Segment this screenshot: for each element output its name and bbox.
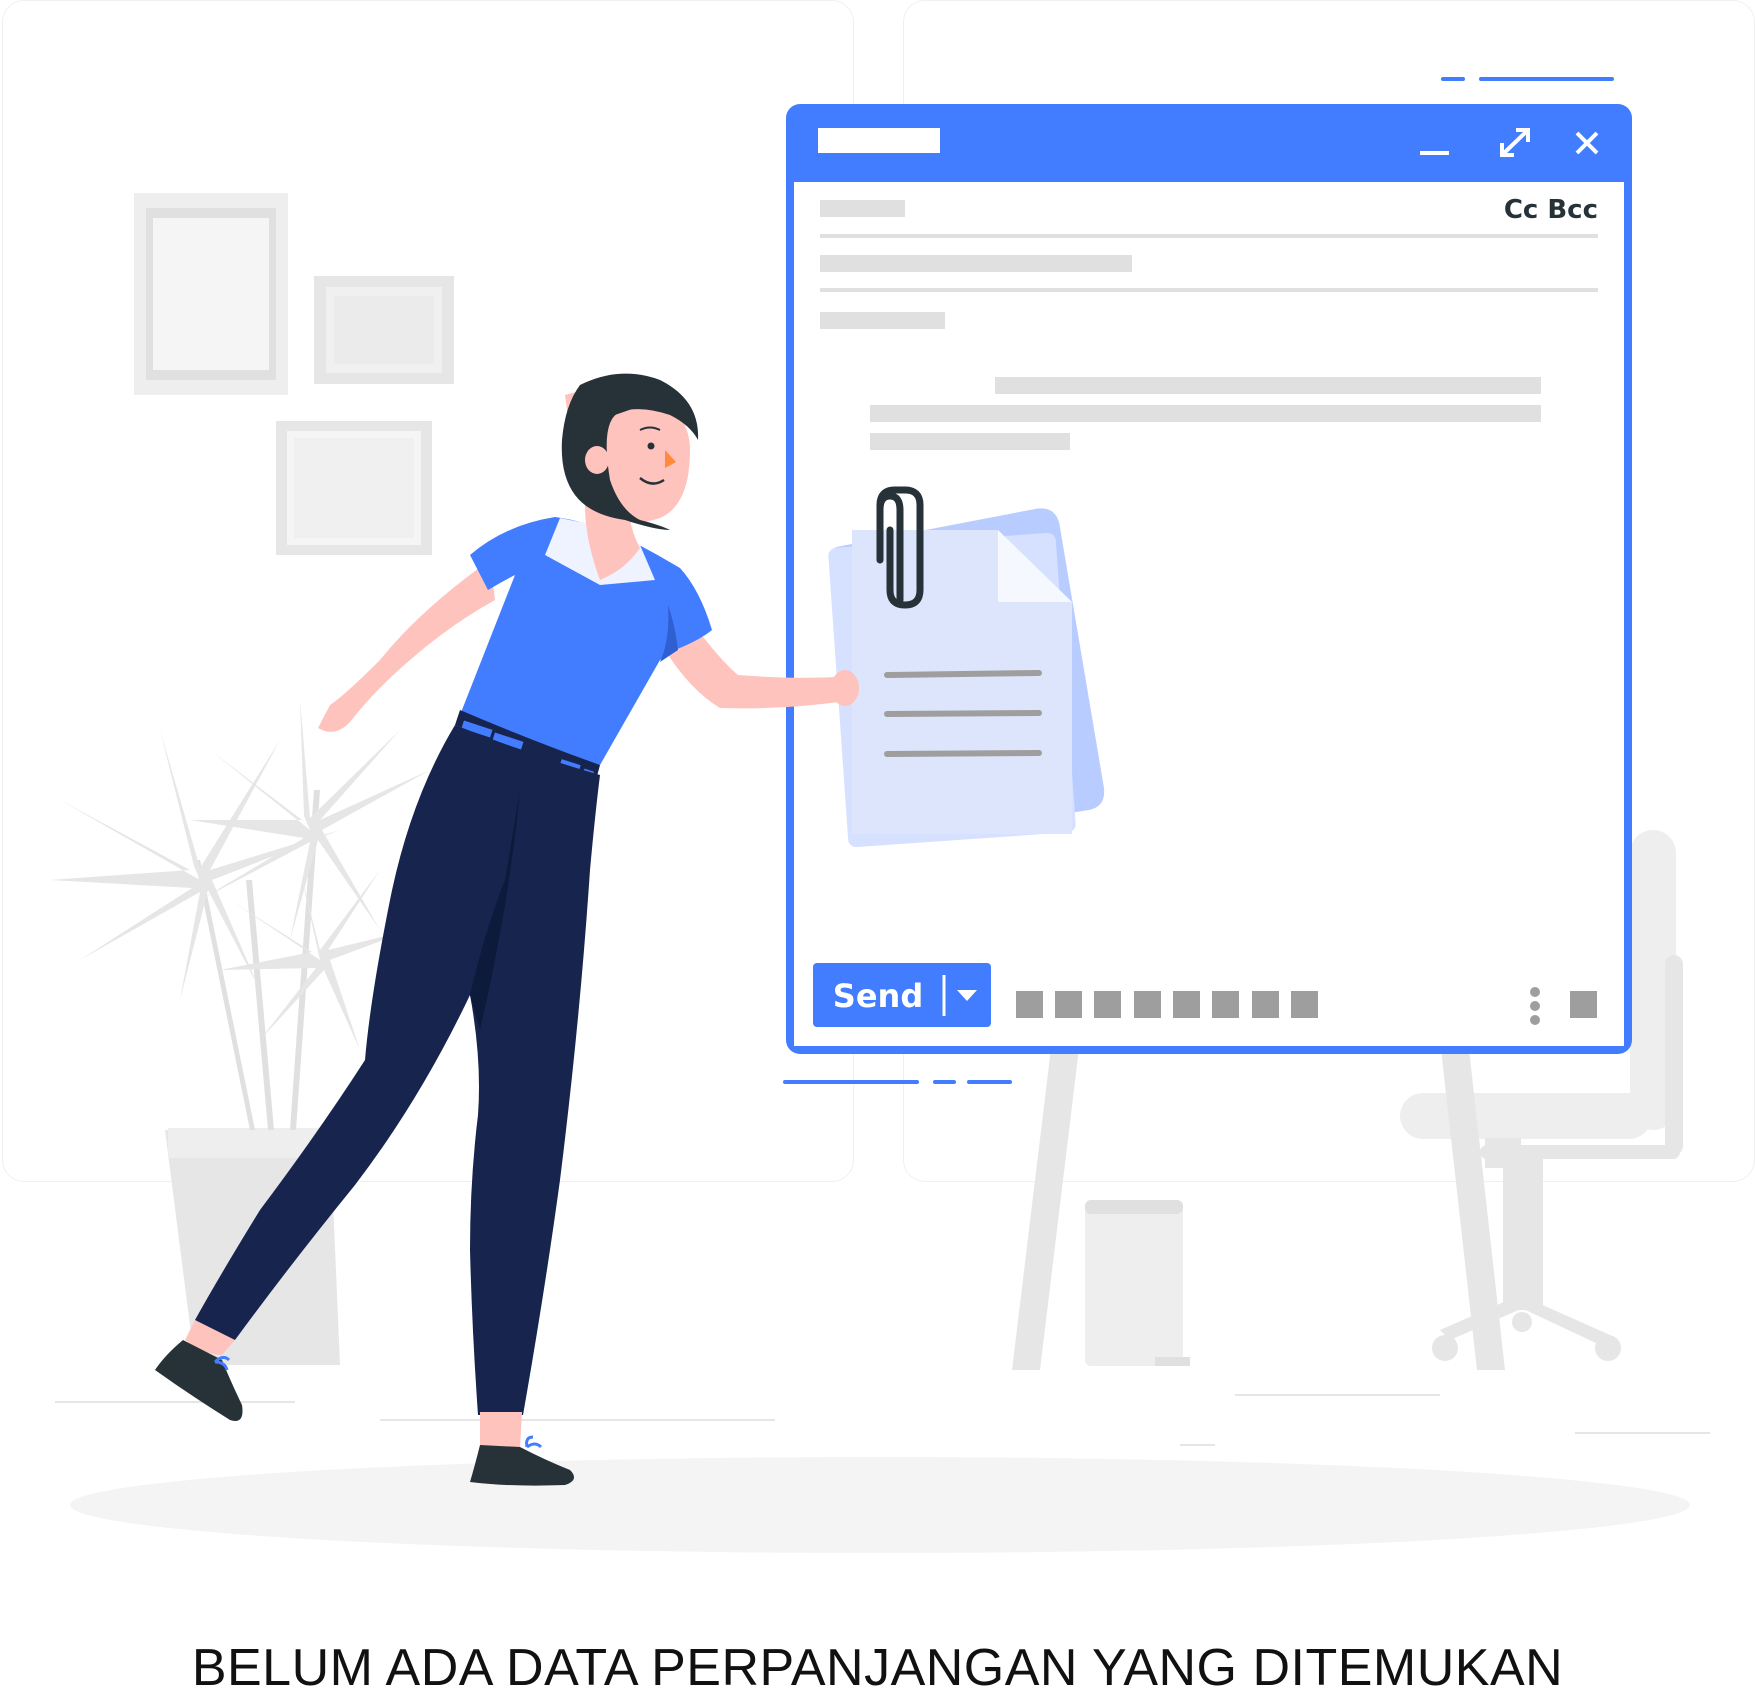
scene-svg: Cc Bcc Send [50,77,1710,1553]
trash-bin [1085,1200,1190,1366]
empty-state-message: BELUM ADA DATA PERPANJANGAN YANG DITEMUK… [191,1639,1564,1697]
more-vertical-icon[interactable] [1530,987,1540,1025]
cc-bcc-label[interactable]: Cc Bcc [1504,195,1598,225]
empty-state-illustration: Cc Bcc Send BELUM ADA DATA PERPANJANGAN … [0,0,1755,1703]
subject-field[interactable] [820,255,1132,272]
send-button-label: Send [833,977,923,1015]
window-title-bar-text [818,128,940,153]
floor-lines [55,1394,1710,1446]
close-icon[interactable] [1568,125,1606,161]
picture-frames [134,193,454,555]
minimize-icon[interactable] [1415,130,1455,164]
send-button[interactable]: Send [813,963,991,1027]
document-icon [828,508,1105,848]
delete-draft-icon[interactable] [1570,991,1597,1018]
to-field[interactable] [820,200,905,217]
floor-shadow [70,1457,1690,1553]
expand-icon[interactable] [1495,125,1535,161]
